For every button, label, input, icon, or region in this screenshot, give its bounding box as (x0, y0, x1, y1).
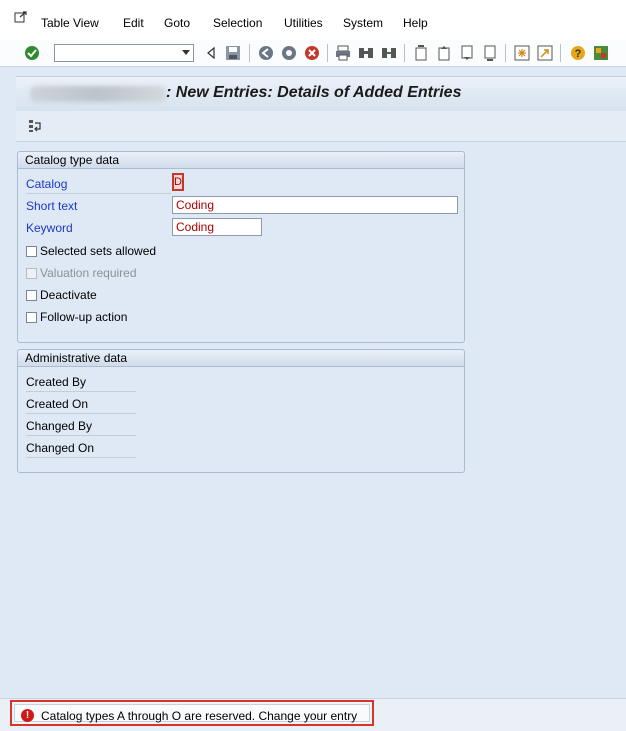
customize-layout-icon[interactable] (592, 44, 610, 62)
catalog-type-data-group: Catalog type data Catalog D Short text K… (17, 151, 465, 343)
status-message-box[interactable]: ! Catalog types A through O are reserved… (10, 700, 374, 726)
menu-bar: Table View Edit Goto Selection Utilities… (0, 0, 626, 40)
status-message: Catalog types A through O are reserved. … (41, 709, 358, 723)
application-toolbar (16, 111, 626, 142)
help-icon[interactable]: ? (569, 44, 587, 62)
shortcut-icon[interactable] (536, 44, 554, 62)
short-text-label: Short text (26, 199, 78, 213)
toolbar-separator (505, 44, 506, 62)
exit-icon[interactable] (280, 44, 298, 62)
keyword-input[interactable] (172, 218, 262, 236)
deactivate-checkbox[interactable] (26, 289, 37, 301)
toolbar-separator (560, 44, 561, 62)
catalog-input[interactable]: D (172, 173, 184, 191)
cancel-icon[interactable] (303, 44, 321, 62)
created-on-label: Created On (26, 397, 89, 411)
save-icon[interactable] (224, 44, 242, 62)
find-icon[interactable] (357, 44, 375, 62)
next-page-icon[interactable] (458, 44, 476, 62)
find-next-icon[interactable] (380, 44, 398, 62)
back-icon[interactable] (257, 44, 275, 62)
command-field[interactable] (54, 44, 194, 62)
label-underline (26, 413, 136, 414)
checkbox-label: Deactivate (40, 288, 97, 302)
created-by-label: Created By (26, 375, 87, 389)
short-text-input[interactable] (172, 196, 458, 214)
follow-up-action-checkbox[interactable] (26, 311, 37, 323)
toolbar-separator (327, 44, 328, 62)
menu-help[interactable]: Help (403, 16, 428, 30)
system-menu-icon[interactable] (14, 11, 28, 25)
checkbox-label: Valuation required (40, 266, 137, 280)
menu-utilities[interactable]: Utilities (284, 16, 323, 30)
enter-check-icon[interactable] (23, 44, 41, 62)
deactivate-checkbox-row[interactable]: Deactivate (26, 288, 97, 302)
print-icon[interactable] (334, 44, 352, 62)
label-underline (26, 457, 136, 458)
valuation-required-checkbox (26, 267, 37, 279)
redacted-title-prefix (30, 86, 166, 102)
label-underline (26, 435, 136, 436)
menu-selection[interactable]: Selection (213, 16, 262, 30)
last-page-icon[interactable] (481, 44, 499, 62)
command-input[interactable] (55, 45, 179, 61)
changed-by-label: Changed By (26, 419, 93, 433)
menu-system[interactable]: System (343, 16, 383, 30)
checkbox-label: Selected sets allowed (40, 244, 157, 258)
keyword-label: Keyword (26, 221, 73, 235)
first-page-icon[interactable] (412, 44, 430, 62)
menu-table-view[interactable]: Table View (41, 16, 99, 30)
page-title: : New Entries: Details of Added Entries (166, 84, 462, 101)
selected-sets-allowed-checkbox[interactable] (26, 245, 37, 257)
label-underline (26, 391, 136, 392)
checkbox-label: Follow-up action (40, 310, 128, 324)
error-icon: ! (21, 709, 34, 722)
menu-goto[interactable]: Goto (164, 16, 190, 30)
group-header: Catalog type data (18, 152, 464, 169)
changed-on-label: Changed On (26, 441, 95, 455)
menu-edit[interactable]: Edit (123, 16, 144, 30)
valuation-required-checkbox-row: Valuation required (26, 266, 137, 280)
group-header: Administrative data (18, 350, 464, 367)
new-session-icon[interactable] (513, 44, 531, 62)
toolbar-separator (249, 44, 250, 62)
catalog-label: Catalog (26, 177, 68, 191)
selected-sets-allowed-checkbox-row[interactable]: Selected sets allowed (26, 244, 156, 258)
toolbar-separator (404, 44, 405, 62)
follow-up-action-checkbox-row[interactable]: Follow-up action (26, 310, 127, 324)
chevron-down-icon[interactable] (182, 50, 190, 55)
status-bar: ! Catalog types A through O are reserved… (0, 698, 626, 731)
svg-text:?: ? (575, 48, 582, 60)
history-back-icon[interactable] (202, 44, 220, 62)
status-message-inner: ! Catalog types A through O are reserved… (14, 704, 370, 723)
label-underline (26, 193, 171, 194)
previous-page-icon[interactable] (435, 44, 453, 62)
title-bar: : New Entries: Details of Added Entries (16, 76, 626, 112)
administrative-data-group: Administrative data Created By Created O… (17, 349, 465, 473)
other-entry-icon[interactable] (26, 117, 44, 135)
